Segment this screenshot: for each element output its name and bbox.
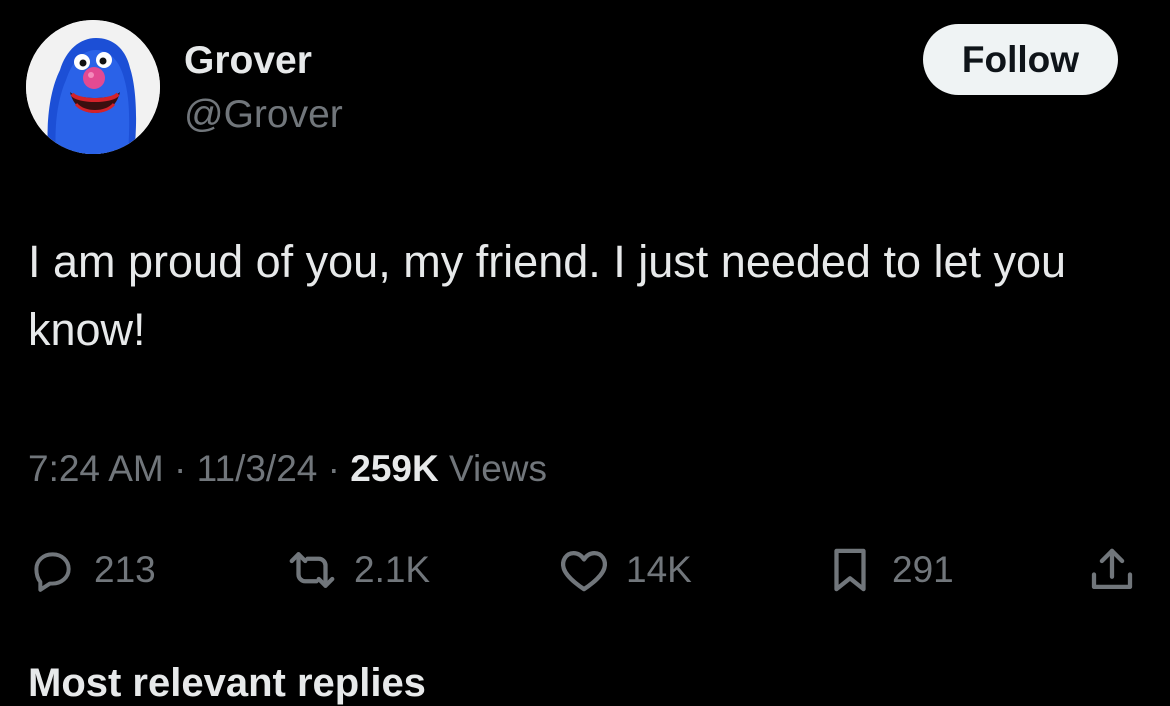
author-handle[interactable]: @Grover: [184, 92, 343, 138]
like-count: 14K: [626, 549, 692, 590]
tweet-card: Grover @Grover Follow I am proud of you,…: [0, 0, 1170, 705]
repost-icon: [282, 540, 342, 600]
repost-button[interactable]: 2.1K: [282, 538, 430, 602]
grover-avatar-icon: [26, 20, 160, 154]
heart-icon: [554, 540, 614, 600]
reply-count: 213: [94, 549, 156, 590]
reply-button[interactable]: 213: [22, 538, 156, 602]
like-button[interactable]: 14K: [554, 538, 692, 602]
tweet-time[interactable]: 7:24 AM: [28, 448, 164, 489]
views-count[interactable]: 259K: [350, 448, 438, 489]
bookmark-button[interactable]: 291: [820, 538, 954, 602]
meta-separator: ·: [174, 448, 187, 489]
views-label[interactable]: Views: [449, 448, 547, 489]
tweet-text: I am proud of you, my friend. I just nee…: [28, 236, 1067, 355]
follow-button[interactable]: Follow: [923, 24, 1118, 95]
share-button[interactable]: [1082, 538, 1142, 602]
tweet-meta: 7:24 AM · 11/3/24 · 259K Views: [28, 446, 547, 492]
meta-separator: ·: [327, 448, 340, 489]
reply-icon: [22, 540, 82, 600]
share-icon: [1082, 540, 1142, 600]
tweet-date[interactable]: 11/3/24: [197, 448, 318, 489]
avatar[interactable]: [26, 20, 160, 154]
author-display-name[interactable]: Grover: [184, 38, 312, 84]
bookmark-count: 291: [892, 549, 954, 590]
action-bar: 213 2.1K 14K 291: [0, 538, 1170, 602]
bookmark-icon: [820, 540, 880, 600]
repost-count: 2.1K: [354, 549, 431, 590]
replies-section-title[interactable]: Most relevant replies: [28, 660, 426, 706]
